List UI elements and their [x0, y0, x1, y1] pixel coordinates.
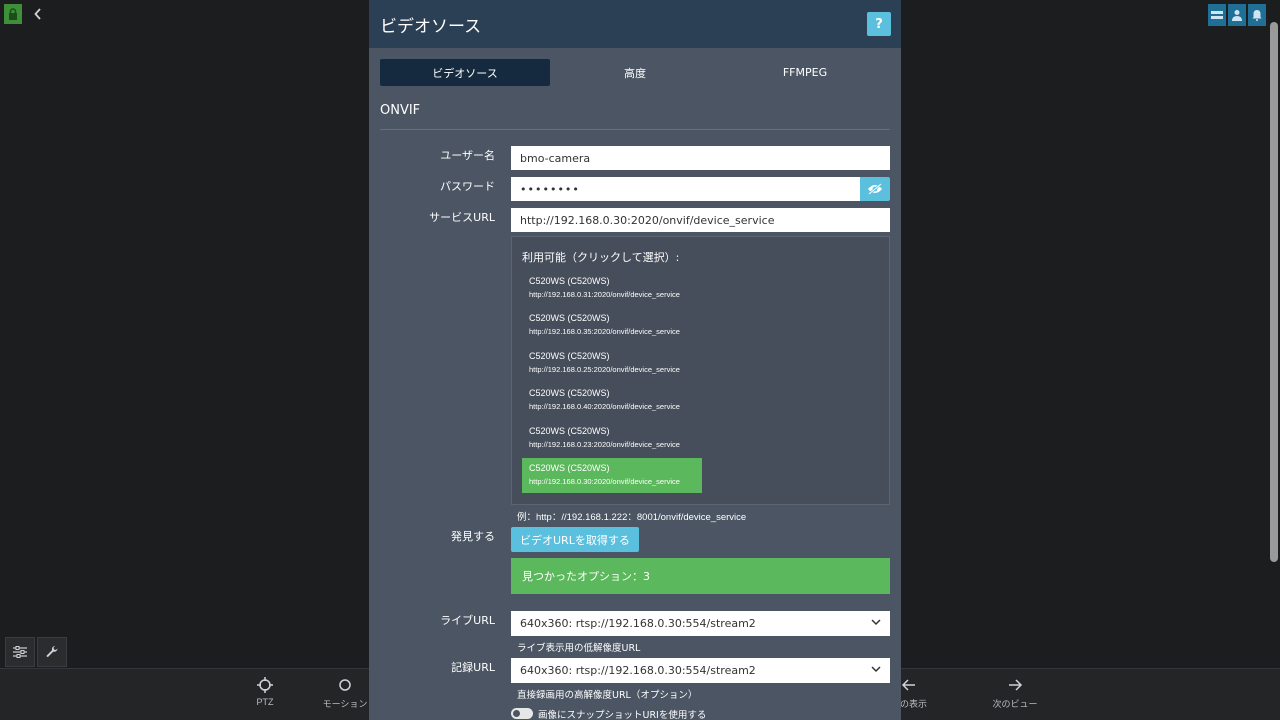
lock-icon: [9, 8, 17, 20]
record-url-help: 直接録画用の高解像度URL（オプション）: [517, 690, 698, 701]
video-source-dialog: ビデオソース ? ビデオソース 高度 FFMPEG ONVIF ユーザー名 bm…: [369, 0, 901, 720]
layout-button[interactable]: [1208, 4, 1226, 26]
record-url-select[interactable]: 640x360: rtsp://192.168.0.30:554/stream2: [511, 658, 890, 683]
arrow-right-icon: [1009, 679, 1023, 691]
arrow-left-icon: [901, 679, 915, 691]
page-scrollbar[interactable]: [1270, 22, 1278, 562]
section-title: ONVIF: [380, 103, 421, 118]
device-option[interactable]: C520WS (C520WS) http://192.168.0.35:2020…: [522, 308, 702, 343]
wrench-icon: [46, 645, 58, 658]
record-url-value: 640x360: rtsp://192.168.0.30:554/stream2: [520, 664, 756, 677]
available-devices-panel: 利用可能（クリックして選択）: C520WS (C520WS) http://1…: [511, 236, 890, 505]
tab-ffmpeg[interactable]: FFMPEG: [720, 59, 890, 86]
chevron-down-icon: [871, 619, 881, 626]
snapshot-toggle-label: 画像にスナップショットURIを使用する: [538, 710, 707, 720]
ptz-button[interactable]: PTZ: [220, 677, 310, 707]
eye-slash-icon: [868, 183, 882, 195]
live-url-label: ライブURL: [440, 614, 495, 627]
tab-video-source[interactable]: ビデオソース: [380, 59, 550, 86]
chevron-left-icon: [34, 8, 41, 20]
crosshair-icon: [257, 677, 273, 693]
next-view-button[interactable]: 次のビュー: [970, 677, 1060, 710]
found-options-alert: 見つかったオプション：3: [511, 558, 890, 594]
motion-icon: [339, 679, 351, 691]
live-url-help: ライブ表示用の低解像度URL: [517, 643, 641, 654]
user-icon: [1232, 10, 1242, 21]
username-label: ユーザー名: [440, 149, 495, 162]
device-option-selected[interactable]: C520WS (C520WS) http://192.168.0.30:2020…: [522, 458, 702, 493]
next-view-label: 次のビュー: [992, 699, 1038, 709]
motion-label: モーション: [322, 699, 368, 709]
dialog-tabs: ビデオソース 高度 FFMPEG: [380, 59, 890, 86]
discover-label: 発見する: [451, 530, 495, 543]
sliders-icon: [13, 646, 27, 658]
device-url: http://192.168.0.25:2020/onvif/device_se…: [529, 365, 680, 374]
get-video-url-button[interactable]: ビデオURLを取得する: [511, 527, 639, 552]
record-url-label: 記録URL: [451, 661, 495, 674]
device-name: C520WS (C520WS): [529, 388, 610, 398]
password-label: パスワード: [440, 180, 495, 193]
available-devices-title: 利用可能（クリックして選択）:: [522, 251, 680, 264]
device-name: C520WS (C520WS): [529, 276, 610, 286]
top-left-controls: [4, 4, 48, 24]
help-button[interactable]: ?: [867, 12, 891, 36]
section-divider: [380, 129, 890, 130]
dialog-header: ビデオソース ?: [369, 0, 901, 48]
device-name: C520WS (C520WS): [529, 351, 610, 361]
dialog-title: ビデオソース: [380, 17, 482, 37]
top-right-controls: [1208, 4, 1266, 26]
filters-button[interactable]: [5, 637, 35, 667]
settings-button[interactable]: [37, 637, 67, 667]
device-url: http://192.168.0.31:2020/onvif/device_se…: [529, 290, 680, 299]
device-option[interactable]: C520WS (C520WS) http://192.168.0.40:2020…: [522, 383, 702, 418]
password-field[interactable]: ••••••••: [511, 177, 860, 201]
device-url: http://192.168.0.35:2020/onvif/device_se…: [529, 327, 680, 336]
side-tools: [5, 637, 67, 667]
notification-button[interactable]: [1248, 4, 1266, 26]
device-option[interactable]: C520WS (C520WS) http://192.168.0.31:2020…: [522, 271, 702, 306]
tab-advanced[interactable]: 高度: [550, 59, 720, 86]
toggle-knob: [513, 710, 520, 717]
user-button[interactable]: [1228, 4, 1246, 26]
service-url-label: サービスURL: [429, 211, 495, 224]
device-option[interactable]: C520WS (C520WS) http://192.168.0.25:2020…: [522, 346, 702, 381]
service-url-field[interactable]: http://192.168.0.30:2020/onvif/device_se…: [511, 208, 890, 232]
bell-icon: [1252, 10, 1262, 21]
ptz-label: PTZ: [256, 697, 274, 707]
lock-button[interactable]: [4, 4, 22, 24]
back-button[interactable]: [28, 4, 48, 24]
snapshot-toggle[interactable]: [511, 708, 533, 719]
chevron-down-icon: [871, 666, 881, 673]
device-url: http://192.168.0.23:2020/onvif/device_se…: [529, 440, 680, 449]
device-option[interactable]: C520WS (C520WS) http://192.168.0.23:2020…: [522, 421, 702, 456]
live-url-select[interactable]: 640x360: rtsp://192.168.0.30:554/stream2: [511, 611, 890, 636]
live-url-value: 640x360: rtsp://192.168.0.30:554/stream2: [520, 617, 756, 630]
device-url: http://192.168.0.30:2020/onvif/device_se…: [529, 477, 680, 486]
device-name: C520WS (C520WS): [529, 426, 610, 436]
device-name: C520WS (C520WS): [529, 313, 610, 323]
example-url-hint: 例：http：//192.168.1.222：8001/onvif/device…: [517, 512, 747, 523]
toggle-password-button[interactable]: [860, 177, 890, 201]
device-name: C520WS (C520WS): [529, 463, 610, 473]
device-url: http://192.168.0.40:2020/onvif/device_se…: [529, 402, 680, 411]
layout-icon: [1211, 11, 1223, 19]
username-field[interactable]: bmo-camera: [511, 146, 890, 170]
